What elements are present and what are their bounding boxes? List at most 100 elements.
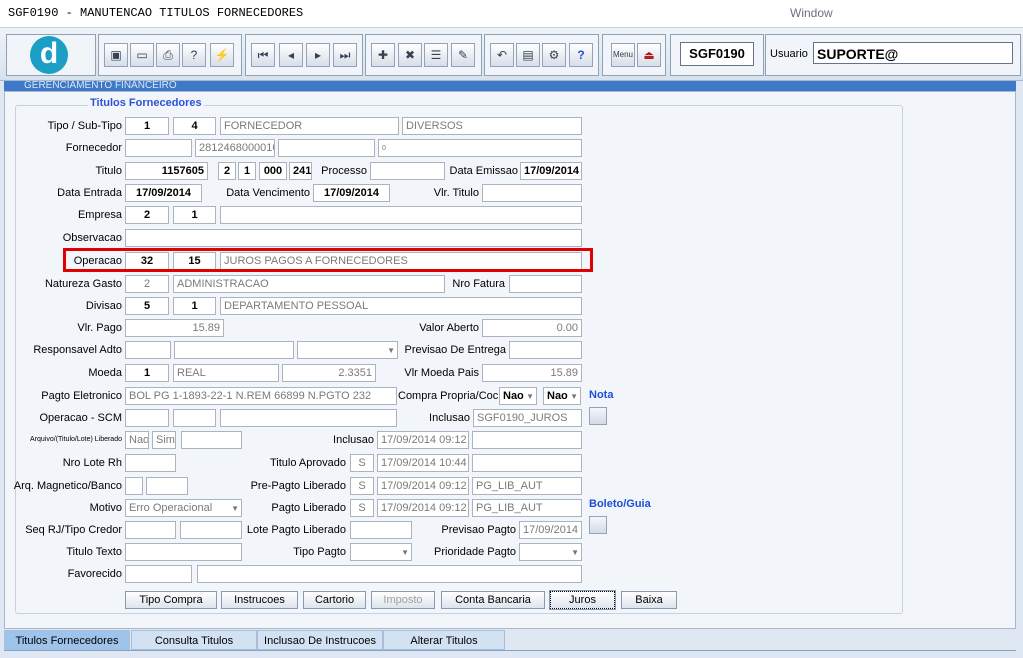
responsavel-dropdown[interactable]: ▼ xyxy=(297,341,398,359)
responsavel-name-field[interactable] xyxy=(174,341,294,359)
favorecido-name-field[interactable] xyxy=(197,565,582,583)
list-icon[interactable]: ☰ xyxy=(424,43,448,67)
fornecedor-extra-field[interactable]: 0 xyxy=(378,139,582,157)
empresa-desc-field[interactable] xyxy=(220,206,582,224)
tipo-desc-field[interactable]: FORNECEDOR xyxy=(220,117,399,135)
nro-lote-field[interactable] xyxy=(125,454,176,472)
exit-icon[interactable]: ⏏ xyxy=(637,43,661,67)
compra-propria-dropdown[interactable]: Nao ▼ xyxy=(499,387,537,405)
seq-rj-field[interactable] xyxy=(125,521,176,539)
lote-pagto-field[interactable] xyxy=(350,521,412,539)
baixa-button[interactable]: Baixa xyxy=(621,591,677,609)
titulo-aprovado-user-field[interactable] xyxy=(472,454,582,472)
vlr-titulo-field[interactable] xyxy=(482,184,582,202)
natureza-desc-field[interactable]: ADMINISTRACAO xyxy=(173,275,445,293)
instrucoes-button[interactable]: Instrucoes xyxy=(221,591,298,609)
pagto-liberado-user-field[interactable]: PG_LIB_AUT xyxy=(472,499,582,517)
titulo-part1-field[interactable]: 2 xyxy=(218,162,236,180)
user-field[interactable]: SUPORTE@ xyxy=(813,42,1013,64)
save-icon[interactable]: ▣ xyxy=(104,43,128,67)
data-entrada-field[interactable]: 17/09/2014 xyxy=(125,184,202,202)
titulo-part4-field[interactable]: 241 xyxy=(289,162,312,180)
cartorio-button[interactable]: Cartorio xyxy=(303,591,366,609)
tipo-field[interactable]: 1 xyxy=(125,117,169,135)
operacao-scm-field[interactable] xyxy=(125,409,169,427)
subtipo-field[interactable]: 4 xyxy=(173,117,216,135)
edit-icon[interactable]: ✎ xyxy=(451,43,475,67)
prioridade-dropdown[interactable]: ▼ xyxy=(519,543,582,561)
fornecedor-code-field[interactable] xyxy=(125,139,192,157)
subtipo-desc-field[interactable]: DIVERSOS xyxy=(402,117,582,135)
inclusao-data-field[interactable]: 17/09/2014 09:12 xyxy=(377,431,469,449)
pagto-liberado-field[interactable]: S xyxy=(350,499,374,517)
empresa-field[interactable]: 2 xyxy=(125,206,169,224)
vlr-moeda-pais-field[interactable]: 15.89 xyxy=(482,364,582,382)
divisao-sub-field[interactable]: 1 xyxy=(173,297,216,315)
vlr-pago-field[interactable]: 15.89 xyxy=(125,319,224,337)
fornecedor-name-field[interactable] xyxy=(278,139,375,157)
tab-titulos-fornecedores[interactable]: Titulos Fornecedores xyxy=(4,630,130,650)
first-record-icon[interactable]: ⏮ xyxy=(251,43,275,67)
fornecedor-cnpj-field[interactable]: 2812468000010 xyxy=(195,139,275,157)
operacao-scm-desc-field[interactable] xyxy=(220,409,397,427)
imposto-button[interactable]: Imposto xyxy=(371,591,435,609)
previsao-entrega-field[interactable] xyxy=(509,341,582,359)
titulo-part3-field[interactable]: 000 xyxy=(259,162,287,180)
divisao-field[interactable]: 5 xyxy=(125,297,169,315)
next-record-icon[interactable]: ▸ xyxy=(306,43,330,67)
query-icon[interactable]: ? xyxy=(182,43,206,67)
data-emissao-field[interactable]: 17/09/2014 xyxy=(520,162,582,180)
tab-alterar-titulos[interactable]: Alterar Titulos xyxy=(383,630,505,650)
nota-button[interactable] xyxy=(589,407,607,425)
conta-bancaria-button[interactable]: Conta Bancaria xyxy=(441,591,545,609)
print-icon[interactable]: ⎙ xyxy=(156,43,180,67)
insert-icon[interactable]: ✚ xyxy=(371,43,395,67)
execute-icon[interactable]: ⚡ xyxy=(210,43,234,67)
previsao-pagto-field[interactable]: 17/09/2014 xyxy=(519,521,582,539)
banco-field[interactable] xyxy=(146,477,188,495)
valor-aberto-field[interactable]: 0.00 xyxy=(482,319,582,337)
empresa-filial-field[interactable]: 1 xyxy=(173,206,216,224)
data-vencimento-field[interactable]: 17/09/2014 xyxy=(313,184,390,202)
observacao-field[interactable] xyxy=(125,229,582,247)
moeda-taxa-field[interactable]: 2.3351 xyxy=(282,364,376,382)
tipo-compra-button[interactable]: Tipo Compra xyxy=(125,591,217,609)
last-record-icon[interactable]: ⏭ xyxy=(333,43,357,67)
tipo-pagto-dropdown[interactable]: ▼ xyxy=(350,543,412,561)
delete-icon[interactable]: ✖ xyxy=(398,43,422,67)
moeda-desc-field[interactable]: REAL xyxy=(173,364,279,382)
pre-pagto-data-field[interactable]: 17/09/2014 09:12 xyxy=(377,477,469,495)
titulo-aprovado-data-field[interactable]: 17/09/2014 10:44 xyxy=(377,454,469,472)
titulo-field[interactable]: 1157605 xyxy=(125,162,208,180)
tools-icon[interactable]: ⚙ xyxy=(542,43,566,67)
titulo-texto-field[interactable] xyxy=(125,543,242,561)
window-icon[interactable]: ▭ xyxy=(130,43,154,67)
clipboard-icon[interactable]: ▤ xyxy=(516,43,540,67)
titulo-part2-field[interactable]: 1 xyxy=(238,162,256,180)
operacao-scm-sub-field[interactable] xyxy=(173,409,216,427)
nro-fatura-field[interactable] xyxy=(509,275,582,293)
titulo-aprovado-field[interactable]: S xyxy=(350,454,374,472)
tab-inclusao-instrucoes[interactable]: Inclusao De Instrucoes xyxy=(257,630,383,650)
coc-dropdown[interactable]: Nao ▼ xyxy=(543,387,581,405)
help-icon[interactable]: ? xyxy=(569,43,593,67)
arq-magnetico-field[interactable] xyxy=(125,477,143,495)
divisao-desc-field[interactable]: DEPARTAMENTO PESSOAL xyxy=(220,297,582,315)
boleto-button[interactable] xyxy=(589,516,607,534)
moeda-field[interactable]: 1 xyxy=(125,364,169,382)
menu-icon[interactable]: Menu xyxy=(611,43,635,67)
tab-consulta-titulos[interactable]: Consulta Titulos xyxy=(131,630,257,650)
natureza-field[interactable]: 2 xyxy=(125,275,169,293)
arquivo-sim-field[interactable]: Sim xyxy=(152,431,176,449)
juros-button[interactable]: Juros xyxy=(549,590,616,610)
undo-icon[interactable]: ↶ xyxy=(490,43,514,67)
favorecido-code-field[interactable] xyxy=(125,565,192,583)
pre-pagto-user-field[interactable]: PG_LIB_AUT xyxy=(472,477,582,495)
pre-pagto-field[interactable]: S xyxy=(350,477,374,495)
prev-record-icon[interactable]: ◂ xyxy=(279,43,303,67)
processo-field[interactable] xyxy=(370,162,445,180)
pagto-liberado-data-field[interactable]: 17/09/2014 09:12 xyxy=(377,499,469,517)
responsavel-code-field[interactable] xyxy=(125,341,171,359)
arquivo-nao-field[interactable]: Nao xyxy=(125,431,149,449)
inclusao-field[interactable]: SGF0190_JUROS xyxy=(473,409,582,427)
